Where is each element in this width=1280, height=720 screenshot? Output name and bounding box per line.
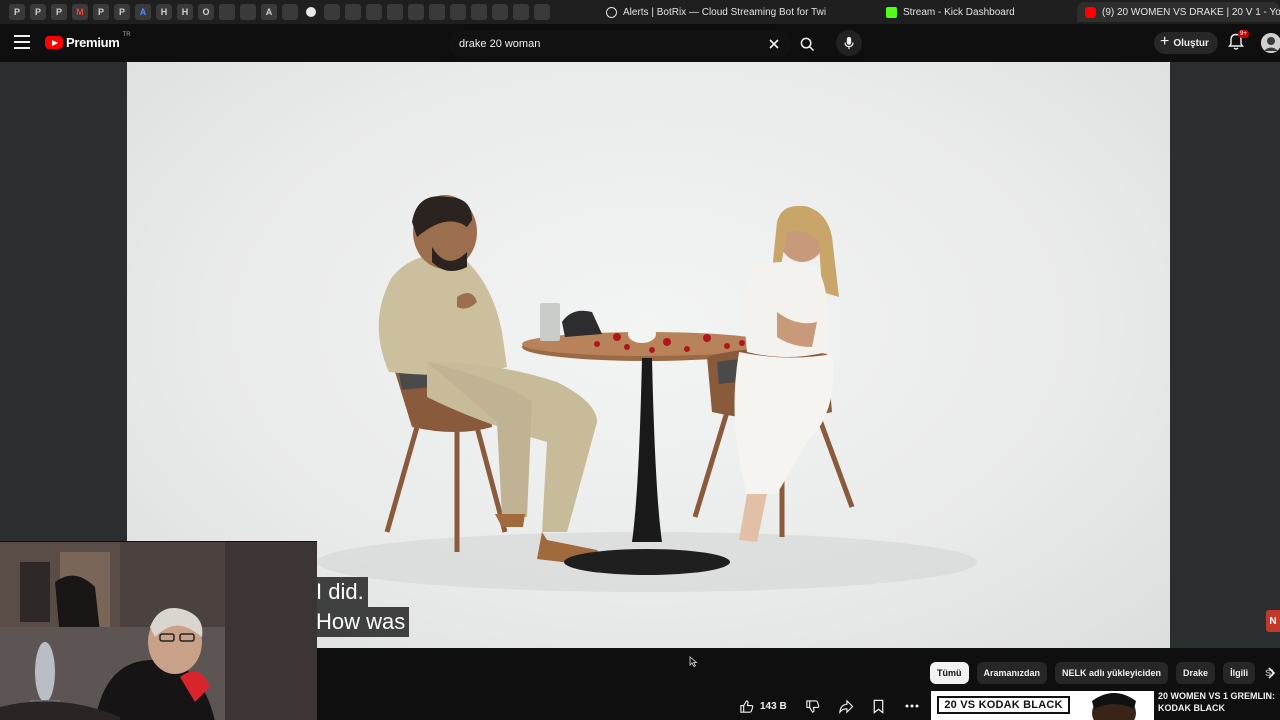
- thumbnail-image: [1074, 691, 1154, 720]
- subtitle-line-1: I did.: [316, 577, 368, 607]
- browser-tab-youtube[interactable]: (9) 20 WOMEN VS DRAKE | 20 V 1 - YouTube: [1077, 2, 1280, 22]
- pinned-tab-favicon-icon[interactable]: [240, 4, 256, 20]
- youtube-play-icon: [45, 36, 63, 49]
- pinned-tab-favicon-icon[interactable]: P: [114, 4, 130, 20]
- pinned-tab-favicon-icon[interactable]: [387, 4, 403, 20]
- pinned-tab-favicon-icon[interactable]: [450, 4, 466, 20]
- chip-aramanızdan[interactable]: Aramanızdan: [976, 662, 1048, 684]
- pinned-tab-favicon-icon[interactable]: [429, 4, 445, 20]
- logo-country-code: TR: [122, 32, 131, 38]
- more-horizontal-icon: [905, 704, 919, 708]
- side-extension-flag[interactable]: N: [1266, 610, 1280, 632]
- pinned-tab-favicon-icon[interactable]: P: [93, 4, 109, 20]
- create-button[interactable]: + Oluştur: [1154, 32, 1218, 54]
- pinned-tab-favicon-icon[interactable]: [282, 4, 298, 20]
- browser-tab-botrix[interactable]: Alerts | BotRix — Cloud Streaming Bot fo…: [606, 2, 826, 22]
- search-input[interactable]: [459, 38, 759, 50]
- browser-tab-strip: PPPMPPAHHOA Alerts | BotRix — Cloud Stre…: [0, 0, 1280, 24]
- dislike-button[interactable]: [800, 694, 826, 718]
- youtube-favicon-icon: [1085, 6, 1096, 18]
- share-icon: [838, 699, 854, 714]
- search-icon: [800, 37, 814, 51]
- share-button[interactable]: [833, 694, 859, 718]
- pinned-tab-favicon-icon[interactable]: P: [9, 4, 25, 20]
- pinned-tab-favicon-icon[interactable]: A: [261, 4, 277, 20]
- hamburger-menu-icon[interactable]: [14, 35, 30, 49]
- pinned-tab-favicon-icon[interactable]: O: [198, 4, 214, 20]
- related-chips-bar: Tümü Aramanızdan NELK adlı yükleyiciden Dra…: [930, 662, 1276, 684]
- thumbnail-text: 20 VS KODAK BLACK: [937, 696, 1070, 714]
- search-button[interactable]: [794, 31, 820, 57]
- notifications-button[interactable]: 9+: [1228, 30, 1249, 52]
- pinned-tab-favicon-icon[interactable]: [219, 4, 235, 20]
- more-actions-button[interactable]: [899, 694, 925, 718]
- pinned-tab-favicon-icon[interactable]: [492, 4, 508, 20]
- like-button[interactable]: 143 B: [733, 694, 793, 718]
- notification-badge: 9+: [1238, 30, 1249, 38]
- create-label: Oluştur: [1173, 37, 1209, 49]
- recommended-video-title[interactable]: 20 WOMEN VS 1 GREMLIN: KODAK BLACK: [1158, 690, 1276, 714]
- chip-tümü[interactable]: Tümü: [930, 662, 969, 684]
- recommended-video-thumbnail[interactable]: 20 VS KODAK BLACK: [931, 691, 1154, 720]
- thumbs-up-icon: [740, 699, 754, 713]
- chevron-right-icon[interactable]: [1264, 666, 1278, 680]
- browser-tab-title: (9) 20 WOMEN VS DRAKE | 20 V 1 - YouTube: [1102, 6, 1280, 18]
- pinned-tab-favicon-icon[interactable]: [408, 4, 424, 20]
- pinned-tab-favicon-icon[interactable]: M: [72, 4, 88, 20]
- microphone-icon: [844, 36, 854, 50]
- pinned-tab-favicon-icon[interactable]: [324, 4, 340, 20]
- pinned-tab-favicon-icon[interactable]: P: [30, 4, 46, 20]
- browser-tab-kick[interactable]: Stream - Kick Dashboard: [886, 2, 1016, 22]
- account-avatar[interactable]: [1261, 33, 1280, 53]
- pinned-tab-favicon-icon[interactable]: [345, 4, 361, 20]
- plus-icon: +: [1160, 33, 1170, 50]
- like-count: 143 B: [760, 700, 787, 712]
- pinned-tab-favicon-icon[interactable]: A: [135, 4, 151, 20]
- webcam-image: [0, 542, 317, 720]
- clear-search-icon[interactable]: [767, 37, 781, 51]
- voice-search-button[interactable]: [836, 30, 862, 56]
- avatar-image: [1261, 33, 1280, 53]
- pinned-tab-favicon-icon[interactable]: [534, 4, 550, 20]
- pinned-tab-favicon-icon[interactable]: H: [156, 4, 172, 20]
- pinned-tab-favicon-icon[interactable]: [513, 4, 529, 20]
- browser-tab-title: Stream - Kick Dashboard: [903, 6, 1015, 18]
- chip-i-lgili[interactable]: İlgili: [1223, 662, 1256, 684]
- browser-tab-title: Alerts | BotRix — Cloud Streaming Bot fo…: [623, 6, 826, 18]
- search-box: [449, 31, 791, 57]
- pinned-tab-favicon-icon[interactable]: H: [177, 4, 193, 20]
- video-actions: 143 B: [733, 694, 925, 718]
- pinned-tab-favicon-icon[interactable]: P: [51, 4, 67, 20]
- thumbs-down-icon: [806, 699, 820, 713]
- mouse-cursor-icon: [689, 656, 698, 667]
- pinned-tab-favicon-icon[interactable]: [366, 4, 382, 20]
- subtitle-line-2: How was: [316, 607, 410, 637]
- pinned-tabs: PPPMPPAHHOA: [0, 4, 550, 20]
- botrix-favicon-icon: [606, 6, 617, 18]
- save-button[interactable]: [866, 694, 892, 718]
- chip-drake[interactable]: Drake: [1176, 662, 1216, 684]
- kick-favicon-icon: [886, 6, 897, 18]
- chip-nelk-adlı-yükleyiciden[interactable]: NELK adlı yükleyiciden: [1055, 662, 1169, 684]
- pinned-tab-favicon-icon[interactable]: [471, 4, 487, 20]
- video-subtitles: I did. How was: [316, 577, 410, 637]
- youtube-header: Premium TR + Oluştur 9+: [0, 24, 1280, 62]
- logo-text: Premium: [66, 35, 120, 50]
- pinned-tab-favicon-icon[interactable]: [303, 4, 319, 20]
- bookmark-icon: [873, 699, 884, 714]
- youtube-premium-logo[interactable]: Premium TR: [45, 32, 131, 50]
- streamer-webcam-overlay: [0, 541, 317, 720]
